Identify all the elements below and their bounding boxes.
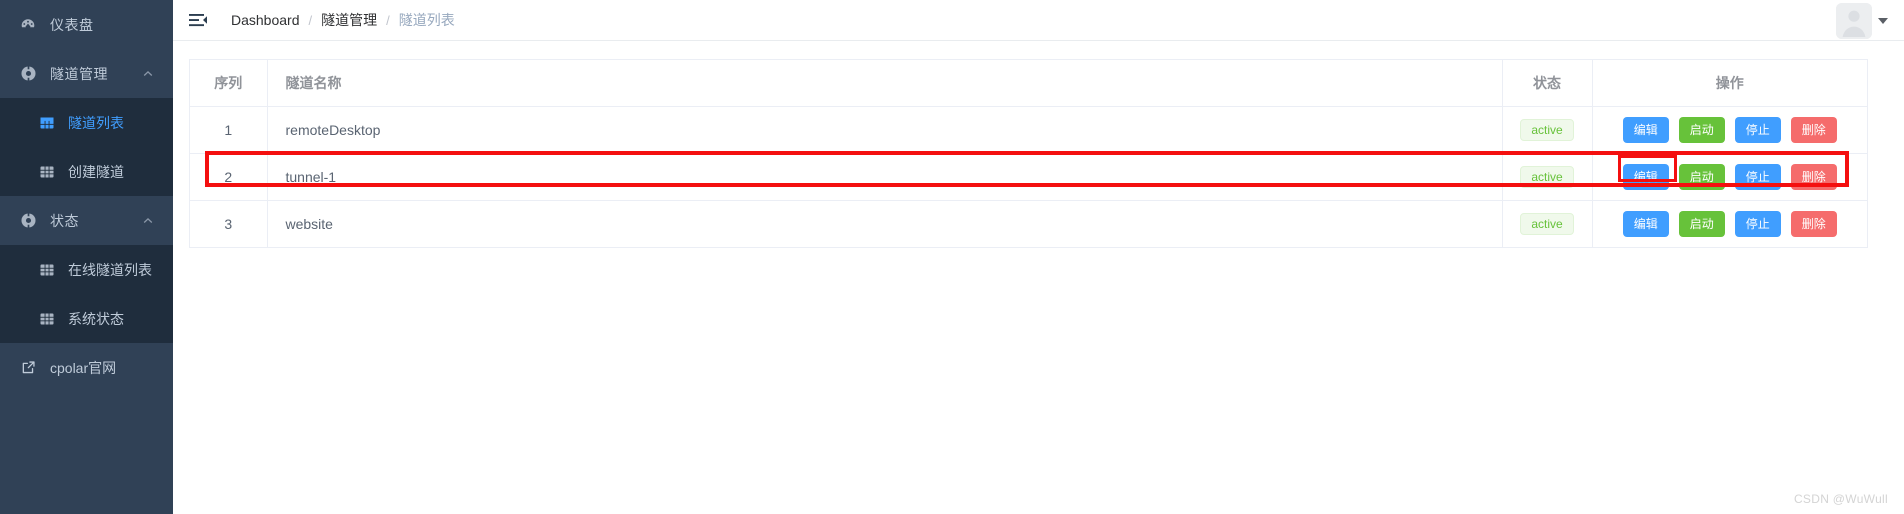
watermark: CSDN @WuWull xyxy=(1793,492,1888,506)
cell-status: active xyxy=(1502,106,1593,154)
cell-status: active xyxy=(1502,153,1593,201)
sidebar-submenu-tunnel-management: 隧道列表 创建隧道 xyxy=(0,98,173,196)
tunnel-table-card: 序列 隧道名称 状态 操作 1 remoteDesktop active 编辑 … xyxy=(189,59,1868,248)
sidebar-item-system-status[interactable]: 系统状态 xyxy=(0,294,173,343)
dashboard-icon xyxy=(18,15,38,35)
stop-button[interactable]: 停止 xyxy=(1734,210,1781,237)
breadcrumb-item-tunnel-list: 隧道列表 xyxy=(398,12,455,28)
user-avatar-icon xyxy=(1836,3,1872,39)
table-header: 序列 隧道名称 状态 操作 xyxy=(190,60,1867,107)
stop-button[interactable]: 停止 xyxy=(1734,163,1781,190)
chevron-up-icon xyxy=(141,67,155,81)
sidebar-item-dashboard[interactable]: 仪表盘 xyxy=(0,0,173,49)
chevron-up-icon xyxy=(141,214,155,228)
cell-tunnel-name: remoteDesktop xyxy=(267,106,1503,154)
table-header-row: 序列 隧道名称 状态 操作 xyxy=(190,60,1867,107)
status-icon xyxy=(18,211,38,231)
cell-tunnel-name: website xyxy=(267,200,1503,248)
delete-button[interactable]: 删除 xyxy=(1790,116,1837,143)
sidebar-item-label: 仪表盘 xyxy=(50,16,94,33)
caret-down-icon xyxy=(1878,18,1888,24)
stop-button[interactable]: 停止 xyxy=(1734,116,1781,143)
table-row[interactable]: 2 tunnel-1 active 编辑 启动 停止 删除 xyxy=(190,153,1868,201)
breadcrumb-separator: / xyxy=(308,12,313,28)
status-badge: active xyxy=(1520,118,1574,141)
top-navbar: Dashboard / 隧道管理 / 隧道列表 xyxy=(173,0,1904,41)
cell-operations: 编辑 启动 停止 删除 xyxy=(1592,153,1868,201)
row-actions: 编辑 启动 停止 删除 xyxy=(1593,163,1868,190)
user-menu[interactable] xyxy=(1836,3,1888,39)
tunnel-icon xyxy=(18,64,38,84)
sidebar-item-label: 隧道列表 xyxy=(68,114,124,131)
start-button[interactable]: 启动 xyxy=(1678,210,1725,237)
column-header-index: 序列 xyxy=(190,60,268,107)
sidebar-item-label: 隧道管理 xyxy=(50,65,108,82)
sidebar-item-label: 系统状态 xyxy=(68,310,124,327)
main-area: Dashboard / 隧道管理 / 隧道列表 序列 隧道名称 状态 操作 1 … xyxy=(173,0,1904,514)
delete-button[interactable]: 删除 xyxy=(1790,163,1837,190)
status-badge: active xyxy=(1520,212,1574,235)
delete-button[interactable]: 删除 xyxy=(1790,210,1837,237)
breadcrumb-item-dashboard[interactable]: Dashboard xyxy=(231,12,300,28)
breadcrumb: Dashboard / 隧道管理 / 隧道列表 xyxy=(231,10,455,30)
sidebar-item-create-tunnel[interactable]: 创建隧道 xyxy=(0,147,173,196)
edit-button[interactable]: 编辑 xyxy=(1622,210,1669,237)
sidebar-group-tunnel-management[interactable]: 隧道管理 xyxy=(0,49,173,98)
sidebar-item-label: 在线隧道列表 xyxy=(68,261,152,278)
table-body: 1 remoteDesktop active 编辑 启动 停止 删除 2 tun… xyxy=(190,106,1868,248)
page-content: 序列 隧道名称 状态 操作 1 remoteDesktop active 编辑 … xyxy=(173,41,1904,514)
table-icon xyxy=(38,163,56,181)
column-header-name: 隧道名称 xyxy=(267,60,1503,107)
sidebar-item-online-tunnel-list[interactable]: 在线隧道列表 xyxy=(0,245,173,294)
cell-status: active xyxy=(1502,200,1593,248)
cell-index: 3 xyxy=(190,200,268,248)
start-button[interactable]: 启动 xyxy=(1678,163,1725,190)
sidebar-item-tunnel-list[interactable]: 隧道列表 xyxy=(0,98,173,147)
row-actions: 编辑 启动 停止 删除 xyxy=(1593,210,1868,237)
table-icon xyxy=(38,310,56,328)
row-actions: 编辑 启动 停止 删除 xyxy=(1593,116,1868,143)
cell-operations: 编辑 启动 停止 删除 xyxy=(1592,106,1868,154)
sidebar-item-label: cpolar官网 xyxy=(50,359,117,376)
sidebar-item-cpolar-website[interactable]: cpolar官网 xyxy=(0,343,173,392)
status-badge: active xyxy=(1520,165,1574,188)
breadcrumb-separator: / xyxy=(386,12,390,28)
column-header-status: 状态 xyxy=(1502,60,1593,107)
table-icon xyxy=(38,114,56,132)
cell-operations: 编辑 启动 停止 删除 xyxy=(1592,200,1868,248)
start-button[interactable]: 启动 xyxy=(1678,116,1725,143)
cell-index: 2 xyxy=(190,153,268,201)
sidebar-group-status[interactable]: 状态 xyxy=(0,196,173,245)
cell-index: 1 xyxy=(190,106,268,154)
table-row[interactable]: 3 website active 编辑 启动 停止 删除 xyxy=(190,200,1868,248)
column-header-operations: 操作 xyxy=(1592,60,1867,107)
sidebar-item-label: 创建隧道 xyxy=(68,163,124,180)
breadcrumb-item-tunnel-management[interactable]: 隧道管理 xyxy=(321,10,377,30)
sidebar: 仪表盘 隧道管理 隧道列表 创建隧道 状态 在线隧道列表 系统状态 cpolar… xyxy=(0,0,173,514)
table-row[interactable]: 1 remoteDesktop active 编辑 启动 停止 删除 xyxy=(190,106,1868,154)
hamburger-collapse-icon[interactable] xyxy=(187,9,209,31)
edit-button[interactable]: 编辑 xyxy=(1622,116,1669,143)
tunnel-table: 序列 隧道名称 状态 操作 1 remoteDesktop active 编辑 … xyxy=(190,60,1867,248)
sidebar-item-label: 状态 xyxy=(50,212,79,229)
table-icon xyxy=(38,261,56,279)
app-root: 仪表盘 隧道管理 隧道列表 创建隧道 状态 在线隧道列表 系统状态 cpolar… xyxy=(0,0,1904,514)
sidebar-submenu-status: 在线隧道列表 系统状态 xyxy=(0,245,173,343)
edit-button[interactable]: 编辑 xyxy=(1622,163,1669,190)
cell-tunnel-name: tunnel-1 xyxy=(267,153,1503,201)
external-link-icon xyxy=(18,358,38,378)
